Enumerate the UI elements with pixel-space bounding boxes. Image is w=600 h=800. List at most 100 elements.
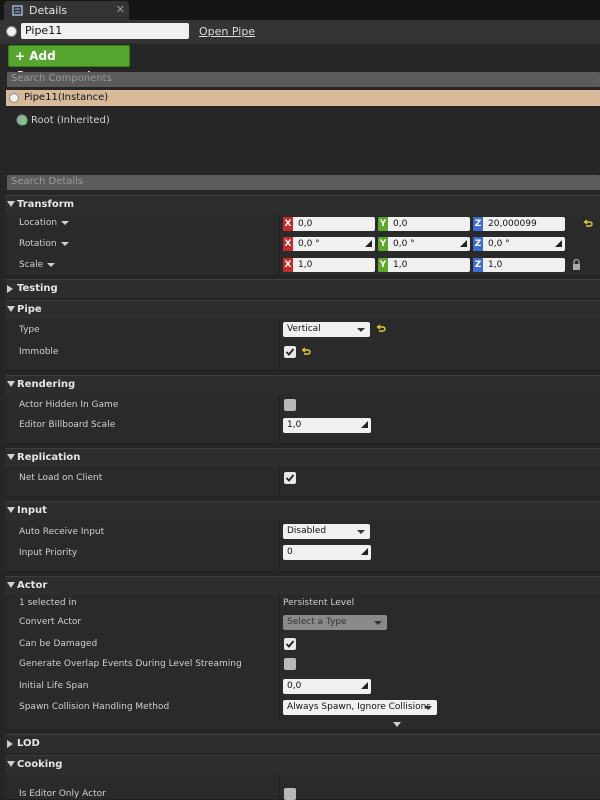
rotation-y-field[interactable]: Y 0,0 °: [378, 237, 470, 251]
billboard-scale-field[interactable]: 1,0: [283, 418, 371, 433]
advanced-expand-icon[interactable]: [393, 722, 401, 727]
section-title: Rendering: [17, 379, 76, 390]
chevron-down-icon: [357, 328, 365, 332]
column-divider: [279, 595, 280, 720]
reset-to-default-icon[interactable]: [301, 347, 311, 357]
x-axis-badge: X: [283, 237, 293, 251]
spin-drag-icon[interactable]: [365, 240, 372, 247]
section-cooking[interactable]: Cooking: [5, 755, 600, 774]
convert-actor-label: Convert Actor: [19, 617, 82, 627]
net-load-checkbox[interactable]: [284, 472, 296, 484]
chevron-down-icon: [424, 706, 432, 710]
location-x-field[interactable]: X 0,0: [283, 217, 375, 231]
component-item-label: Pipe11(Instance): [24, 92, 109, 103]
expand-arrow-icon: [7, 285, 13, 293]
section-input[interactable]: Input: [5, 501, 600, 520]
collapse-arrow-icon: [7, 306, 15, 312]
actor-hidden-checkbox[interactable]: [284, 399, 296, 411]
section-title: Transform: [17, 199, 75, 210]
section-title: Pipe: [17, 304, 42, 315]
location-label[interactable]: Location: [19, 218, 70, 228]
location-z-field[interactable]: Z 20,000099: [473, 217, 565, 231]
initial-life-span-label: Initial Life Span: [19, 681, 89, 691]
open-pipe-link[interactable]: Open Pipe: [199, 25, 255, 38]
chevron-down-icon: [47, 262, 56, 267]
y-axis-badge: Y: [378, 217, 388, 231]
spawn-collision-dropdown[interactable]: Always Spawn, Ignore Collisions: [283, 700, 437, 715]
tab-details[interactable]: Details ✕: [4, 1, 129, 20]
scale-y-field[interactable]: Y 1,0: [378, 258, 470, 272]
chevron-down-icon: [357, 530, 365, 534]
search-components-input[interactable]: Search Components: [7, 72, 600, 87]
component-item-root[interactable]: Root (Inherited): [31, 115, 110, 126]
spin-drag-icon[interactable]: [460, 240, 467, 247]
y-axis-badge: Y: [378, 258, 388, 272]
input-priority-label: Input Priority: [19, 548, 78, 558]
z-axis-badge: Z: [473, 217, 483, 231]
checkmark-icon: [285, 474, 295, 482]
type-label: Type: [19, 325, 40, 335]
immobile-label: Immoble: [19, 347, 59, 357]
spin-drag-icon[interactable]: [361, 421, 368, 428]
spin-drag-icon[interactable]: [555, 240, 562, 247]
overlap-events-checkbox[interactable]: [284, 658, 296, 670]
section-title: Testing: [17, 283, 58, 294]
add-component-button[interactable]: + Add Component: [8, 45, 130, 83]
scene-root-icon: [16, 114, 28, 126]
collapse-arrow-icon: [7, 582, 15, 588]
input-priority-field[interactable]: 0: [283, 545, 371, 560]
section-rendering[interactable]: Rendering: [5, 375, 600, 394]
selected-in-label: 1 selected in: [19, 598, 77, 608]
auto-receive-dropdown[interactable]: Disabled: [283, 524, 370, 539]
can-be-damaged-checkbox[interactable]: [284, 638, 296, 650]
checkmark-icon: [285, 348, 295, 356]
z-axis-badge: Z: [473, 258, 483, 272]
editor-only-checkbox[interactable]: [284, 788, 296, 800]
section-testing[interactable]: Testing: [5, 279, 600, 298]
details-icon: [12, 5, 23, 16]
overlap-events-label: Generate Overlap Events During Level Str…: [19, 659, 242, 669]
collapse-arrow-icon: [7, 454, 15, 460]
checkmark-icon: [285, 640, 295, 648]
section-lod[interactable]: LOD: [5, 734, 600, 753]
type-dropdown[interactable]: Vertical: [283, 322, 370, 337]
section-actor[interactable]: Actor: [5, 576, 600, 595]
search-details-input[interactable]: Search Details: [7, 175, 600, 190]
immobile-checkbox[interactable]: [284, 346, 296, 358]
section-title: LOD: [17, 738, 40, 749]
rotation-x-field[interactable]: X 0,0 °: [283, 237, 375, 251]
location-y-field[interactable]: Y 0,0: [378, 217, 470, 231]
section-title: Actor: [17, 580, 48, 591]
reset-to-default-icon[interactable]: [376, 324, 386, 334]
scale-x-field[interactable]: X 1,0: [283, 258, 375, 272]
rotation-label[interactable]: Rotation: [19, 239, 69, 249]
section-replication[interactable]: Replication: [5, 448, 600, 467]
column-divider: [279, 467, 280, 497]
can-be-damaged-label: Can be Damaged: [19, 639, 98, 649]
chevron-down-icon: [374, 621, 382, 625]
rotation-z-field[interactable]: Z 0,0 °: [473, 237, 565, 251]
z-axis-badge: Z: [473, 237, 483, 251]
auto-receive-label: Auto Receive Input: [19, 527, 105, 537]
editor-only-label: Is Editor Only Actor: [19, 789, 106, 799]
initial-life-span-field[interactable]: 0,0: [283, 679, 371, 694]
actor-icon: [6, 26, 17, 37]
scale-z-field[interactable]: Z 1,0: [473, 258, 565, 272]
net-load-label: Net Load on Client: [19, 473, 103, 483]
reset-to-default-icon[interactable]: [583, 219, 593, 229]
component-item-instance[interactable]: Pipe11(Instance): [6, 90, 600, 106]
section-pipe[interactable]: Pipe: [5, 300, 600, 319]
collapse-arrow-icon: [7, 381, 15, 387]
tab-close-icon[interactable]: ✕: [116, 3, 125, 16]
actor-name-input[interactable]: Pipe11: [21, 23, 189, 39]
column-divider: [279, 319, 280, 371]
column-divider: [279, 214, 280, 276]
spin-drag-icon[interactable]: [361, 548, 368, 555]
spin-drag-icon[interactable]: [361, 682, 368, 689]
x-axis-badge: X: [283, 258, 293, 272]
collapse-arrow-icon: [7, 761, 15, 767]
scale-label[interactable]: Scale: [19, 260, 56, 270]
lock-icon[interactable]: [572, 259, 581, 271]
convert-actor-dropdown[interactable]: Select a Type: [283, 615, 387, 630]
section-transform[interactable]: Transform: [5, 195, 600, 214]
